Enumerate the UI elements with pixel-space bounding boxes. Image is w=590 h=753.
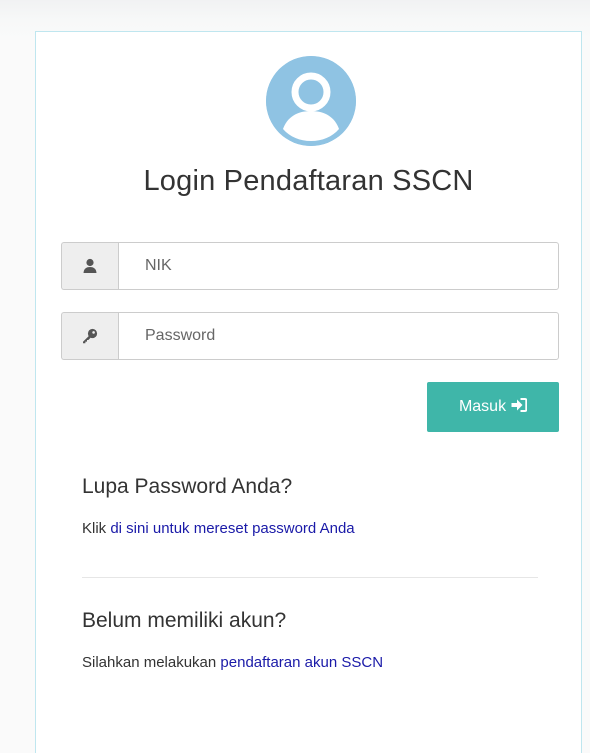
section-divider (82, 577, 538, 578)
forgot-password-prefix: Klik (82, 520, 107, 537)
register-prefix: Silahkan melakukan (82, 654, 217, 671)
user-icon (61, 242, 118, 290)
reset-password-link[interactable]: di sini untuk mereset password Anda (110, 520, 354, 537)
forgot-password-text: Klik di sini untuk mereset password Anda (82, 520, 355, 537)
register-account-link[interactable]: pendaftaran akun SSCN (220, 654, 383, 671)
sign-in-icon (511, 397, 528, 417)
user-avatar-icon (266, 56, 356, 146)
register-text: Silahkan melakukan pendaftaran akun SSCN (82, 654, 383, 671)
masuk-button[interactable]: Masuk (427, 382, 559, 432)
key-icon (61, 312, 118, 360)
masuk-button-label: Masuk (458, 398, 507, 415)
password-input-group (61, 312, 559, 360)
forgot-password-heading: Lupa Password Anda? (82, 475, 293, 498)
register-heading: Belum memiliki akun? (82, 609, 287, 632)
nik-input[interactable] (118, 242, 559, 290)
login-panel: Login Pendaftaran SSCN Masuk (35, 31, 582, 753)
nik-input-group (61, 242, 559, 290)
login-page: Login Pendaftaran SSCN Masuk (0, 0, 590, 753)
password-input[interactable] (118, 312, 559, 360)
login-title: Login Pendaftaran SSCN (143, 165, 474, 197)
